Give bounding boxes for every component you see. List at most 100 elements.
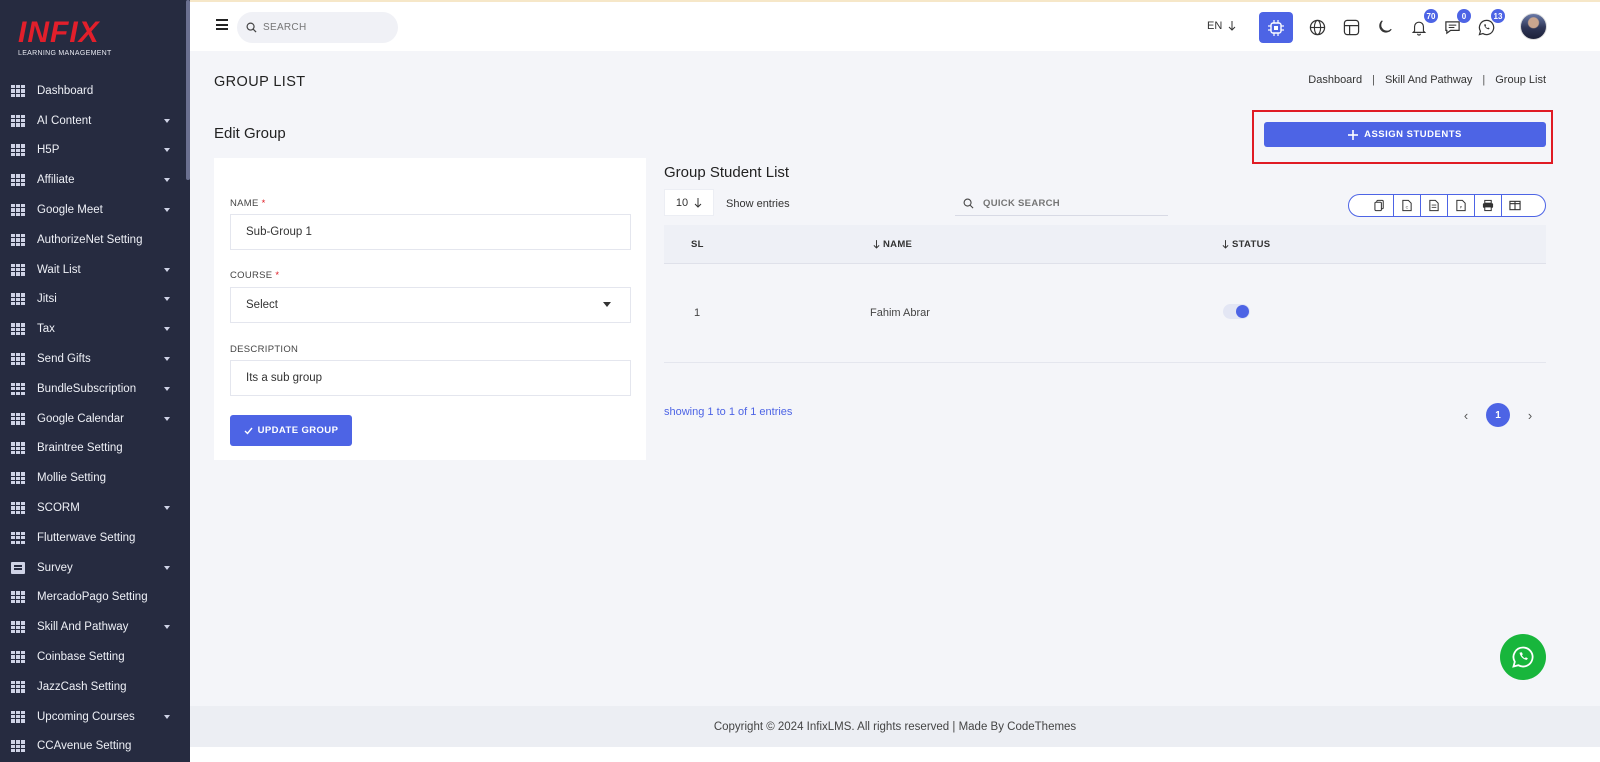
course-label: COURSE * xyxy=(230,270,280,281)
update-group-button[interactable]: UPDATE GROUP xyxy=(230,415,352,446)
sidebar-item-jitsi[interactable]: Jitsi xyxy=(0,285,186,315)
description-input[interactable] xyxy=(246,372,630,384)
layout-button[interactable] xyxy=(1338,14,1364,40)
row-sl: 1 xyxy=(694,307,701,319)
sidebar-item-dashboard[interactable]: Dashboard xyxy=(0,76,186,106)
grid-icon xyxy=(11,621,25,634)
whatsapp-icon xyxy=(1512,646,1534,668)
breadcrumb-dashboard[interactable]: Dashboard xyxy=(1308,74,1362,86)
pdf-export-button[interactable]: P xyxy=(1447,195,1474,216)
logo[interactable]: INFIX LEARNING MANAGEMENT xyxy=(18,18,112,58)
sidebar-item-mercadopago-setting[interactable]: MercadoPago Setting xyxy=(0,583,186,613)
notifications-button[interactable]: 70 xyxy=(1406,9,1438,40)
sidebar-item-ccavenue-setting[interactable]: CCAvenue Setting xyxy=(0,732,186,762)
previous-page-icon[interactable]: ‹ xyxy=(1460,408,1472,423)
course-select[interactable]: Select xyxy=(230,287,631,323)
sidebar-menu: Dashboard AI Content H5P Affiliate Google Me… xyxy=(0,76,186,761)
chip-icon xyxy=(1268,19,1284,36)
description-field[interactable] xyxy=(230,360,631,396)
status-toggle[interactable] xyxy=(1223,304,1250,319)
sidebar-item-upcoming-courses[interactable]: Upcoming Courses xyxy=(0,702,186,732)
sidebar-item-authorizenet-setting[interactable]: AuthorizeNet Setting xyxy=(0,225,186,255)
grid-icon xyxy=(11,84,25,97)
breadcrumb-skill-and-pathway[interactable]: Skill And Pathway xyxy=(1385,74,1472,86)
caret-down-icon xyxy=(164,625,170,630)
entries-select[interactable]: 10 xyxy=(664,189,714,216)
language-selector[interactable]: EN xyxy=(1207,20,1236,32)
sidebar-item-affiliate[interactable]: Affiliate xyxy=(0,165,186,195)
grid-icon xyxy=(11,144,25,157)
topbar: EN 70 0 13 xyxy=(190,2,1600,51)
sidebar-item-google-meet[interactable]: Google Meet xyxy=(0,195,186,225)
grid-icon xyxy=(11,740,25,753)
export-button-group: CP xyxy=(1348,194,1546,217)
sidebar-item-label: H5P xyxy=(37,144,60,157)
entries-value: 10 xyxy=(675,196,689,209)
quick-search[interactable] xyxy=(955,191,1168,216)
hamburger-menu-icon[interactable] xyxy=(216,19,228,30)
sidebar-item-jazzcash-setting[interactable]: JazzCash Setting xyxy=(0,672,186,702)
grid-icon xyxy=(11,233,25,246)
sidebar-item-coinbase-setting[interactable]: Coinbase Setting xyxy=(0,642,186,672)
grid-icon xyxy=(11,680,25,693)
sidebar-item-google-calendar[interactable]: Google Calendar xyxy=(0,404,186,434)
search-input[interactable] xyxy=(263,22,383,33)
sidebar-item-scorm[interactable]: SCORM xyxy=(0,493,186,523)
sidebar-item-mollie-setting[interactable]: Mollie Setting xyxy=(0,463,186,493)
showing-entries-text: showing 1 to 1 of 1 entries xyxy=(664,406,793,418)
grid-icon xyxy=(11,293,25,306)
website-button[interactable] xyxy=(1304,14,1330,40)
csv-icon: C xyxy=(1402,199,1412,212)
page-1-button[interactable]: 1 xyxy=(1486,403,1510,427)
sidebar-item-label: SCORM xyxy=(37,502,80,515)
sidebar-item-skill-and-pathway[interactable]: Skill And Pathway xyxy=(0,612,186,642)
sidebar-item-label: Jitsi xyxy=(37,293,57,306)
dark-mode-button[interactable] xyxy=(1372,14,1398,40)
column-header-status[interactable]: STATUS xyxy=(1222,239,1270,250)
grid-icon xyxy=(11,442,25,455)
whatsapp-chat-button[interactable]: 13 xyxy=(1473,9,1505,40)
sidebar-item-label: CCAvenue Setting xyxy=(37,740,132,753)
next-page-icon[interactable]: › xyxy=(1524,408,1536,423)
column-header-sl[interactable]: SL xyxy=(691,239,704,250)
ai-chip-button[interactable] xyxy=(1259,12,1293,43)
sidebar: INFIX LEARNING MANAGEMENT Dashboard AI Co… xyxy=(0,0,190,762)
grid-icon xyxy=(11,174,25,187)
sidebar-item-label: Mollie Setting xyxy=(37,472,107,485)
sidebar-item-braintree-setting[interactable]: Braintree Setting xyxy=(0,434,186,464)
messages-button[interactable]: 0 xyxy=(1439,9,1471,40)
name-input[interactable] xyxy=(246,226,630,238)
columns-export-button[interactable] xyxy=(1501,195,1528,216)
caret-down-icon xyxy=(164,416,170,421)
sidebar-item-tax[interactable]: Tax xyxy=(0,314,186,344)
sidebar-item-ai-content[interactable]: AI Content xyxy=(0,106,186,136)
csv-export-button[interactable]: C xyxy=(1393,195,1420,216)
assign-students-button[interactable]: ASSIGN STUDENTS xyxy=(1264,122,1546,147)
whatsapp-badge: 13 xyxy=(1491,9,1505,23)
sidebar-item-wait-list[interactable]: Wait List xyxy=(0,255,186,285)
sidebar-item-flutterwave-setting[interactable]: Flutterwave Setting xyxy=(0,523,186,553)
sidebar-item-label: Affiliate xyxy=(37,174,75,187)
caret-down-icon xyxy=(164,178,170,183)
sidebar-item-label: Flutterwave Setting xyxy=(37,531,136,544)
caret-down-icon xyxy=(164,118,170,123)
avatar[interactable] xyxy=(1520,13,1547,40)
sidebar-item-bundlesubscription[interactable]: BundleSubscription xyxy=(0,374,186,404)
quick-search-input[interactable] xyxy=(983,197,1153,209)
copy-export-button[interactable] xyxy=(1366,195,1393,216)
search-bar[interactable] xyxy=(237,12,398,43)
grid-icon xyxy=(11,114,25,127)
footer: Copyright © 2024 InfixLMS. All rights re… xyxy=(190,706,1600,747)
update-group-label: UPDATE GROUP xyxy=(257,425,339,436)
sidebar-item-survey[interactable]: Survey xyxy=(0,553,186,583)
print-export-button[interactable] xyxy=(1474,195,1501,216)
column-header-name[interactable]: NAME xyxy=(873,239,912,250)
sidebar-item-h5p[interactable]: H5P xyxy=(0,136,186,166)
sort-arrow-icon xyxy=(873,240,880,249)
whatsapp-float-button[interactable] xyxy=(1500,634,1546,680)
name-field[interactable] xyxy=(230,214,631,250)
sidebar-item-send-gifts[interactable]: Send Gifts xyxy=(0,344,186,374)
excel-export-button[interactable] xyxy=(1420,195,1447,216)
pdf-icon: P xyxy=(1456,199,1466,212)
caret-down-icon xyxy=(164,714,170,719)
